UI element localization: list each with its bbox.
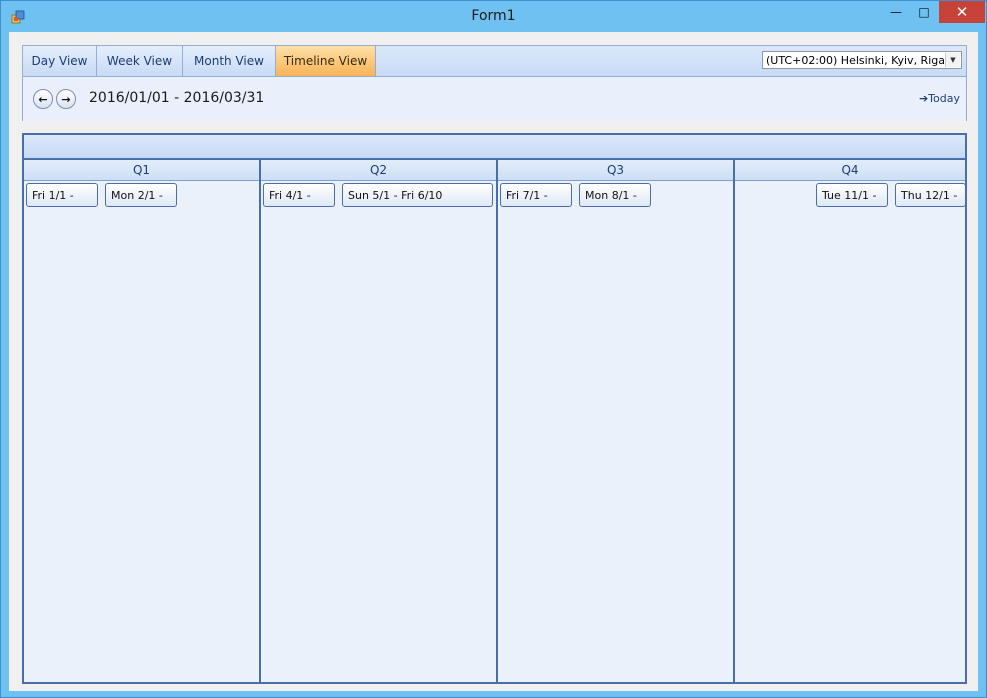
- scheduler-header: [24, 135, 965, 160]
- quarter-header-q4: Q4: [735, 160, 965, 181]
- appointment[interactable]: Tue 11/1 -: [816, 183, 888, 207]
- view-tabs: Day View Week View Month View Timeline V…: [23, 46, 966, 77]
- today-link[interactable]: ➔Today: [919, 92, 960, 105]
- next-button[interactable]: →: [56, 89, 76, 109]
- appointment[interactable]: Fri 7/1 -: [500, 183, 572, 207]
- date-range-label: 2016/01/01 - 2016/03/31: [89, 90, 265, 106]
- tab-week-view[interactable]: Week View: [97, 46, 183, 76]
- arrow-right-icon: →: [61, 92, 71, 106]
- navigation-row: ← → 2016/01/01 - 2016/03/31 ➔Today: [23, 77, 966, 121]
- appointment[interactable]: Sun 5/1 - Fri 6/10: [342, 183, 493, 207]
- tab-day-view[interactable]: Day View: [23, 46, 97, 76]
- form-client-area: Day View Week View Month View Timeline V…: [9, 32, 978, 691]
- tab-timeline-view[interactable]: Timeline View: [276, 46, 376, 76]
- appointment[interactable]: Mon 8/1 -: [579, 183, 651, 207]
- scheduler-toolbar: Day View Week View Month View Timeline V…: [22, 45, 967, 121]
- window-title: Form1: [471, 8, 516, 24]
- minimize-icon: —: [890, 5, 902, 19]
- quarter-column-q1[interactable]: Q1 Fri 1/1 - Mon 2/1 -: [24, 160, 261, 682]
- maximize-icon: □: [918, 5, 930, 19]
- appointment[interactable]: Fri 4/1 -: [263, 183, 335, 207]
- appointment[interactable]: Thu 12/1 -: [895, 183, 966, 207]
- quarter-header-q1: Q1: [24, 160, 259, 181]
- close-button[interactable]: ✕: [939, 1, 985, 23]
- minimize-button[interactable]: —: [881, 1, 911, 23]
- previous-button[interactable]: ←: [33, 89, 53, 109]
- quarter-header-q3: Q3: [498, 160, 733, 181]
- close-icon: ✕: [955, 3, 969, 21]
- chevron-down-icon[interactable]: ▼: [945, 53, 960, 67]
- timezone-select[interactable]: (UTC+02:00) Helsinki, Kyiv, Riga, ▼: [762, 51, 962, 69]
- app-window: Form1 — □ ✕ Day View Week View Month Vie…: [0, 0, 987, 698]
- quarter-header-q2: Q2: [261, 160, 496, 181]
- quarter-column-q2[interactable]: Q2 Fri 4/1 - Sun 5/1 - Fri 6/10: [261, 160, 498, 682]
- quarter-column-q3[interactable]: Q3 Fri 7/1 - Mon 8/1 -: [498, 160, 735, 682]
- timezone-value: (UTC+02:00) Helsinki, Kyiv, Riga,: [766, 53, 949, 67]
- tab-month-view[interactable]: Month View: [183, 46, 276, 76]
- maximize-button[interactable]: □: [911, 1, 937, 23]
- arrow-left-icon: ←: [38, 92, 48, 106]
- appointment[interactable]: Fri 1/1 -: [26, 183, 98, 207]
- quarter-column-q4[interactable]: Q4 Tue 11/1 - Thu 12/1 -: [735, 160, 966, 682]
- timeline-scheduler: Q1 Fri 1/1 - Mon 2/1 - Q2 Fri 4/1 - Sun …: [22, 133, 967, 684]
- appointment[interactable]: Mon 2/1 -: [105, 183, 177, 207]
- title-bar: Form1 — □ ✕: [1, 1, 986, 31]
